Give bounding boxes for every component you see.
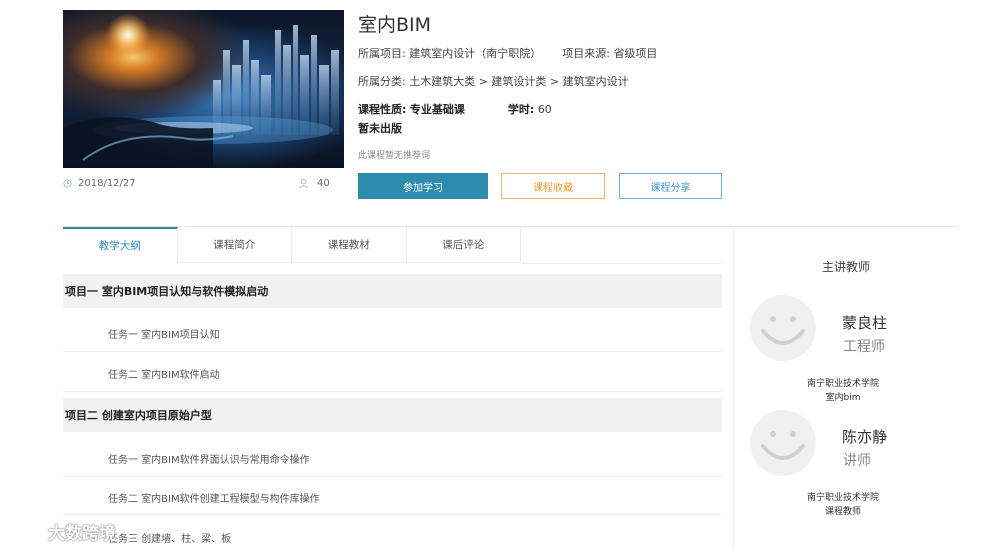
course-title: 室内BIM bbox=[358, 14, 432, 36]
syllabus-project-1[interactable]: 项目一 室内BIM项目认知与软件模拟启动 bbox=[63, 274, 722, 308]
source-label: 项目来源: bbox=[562, 47, 610, 60]
syllabus-task[interactable]: 任务二 室内BIM软件启动 bbox=[108, 366, 220, 381]
project-label: 所属项目: bbox=[358, 47, 406, 60]
tab-underline bbox=[521, 263, 721, 264]
nature-label: 课程性质: bbox=[358, 103, 407, 116]
tab-syllabus[interactable]: 教学大纲 bbox=[63, 227, 178, 263]
favorite-course-button[interactable]: 课程收藏 bbox=[501, 173, 605, 199]
row-divider bbox=[63, 391, 722, 392]
hours-label: 学时: bbox=[507, 103, 535, 116]
teachers-heading: 主讲教师 bbox=[821, 260, 870, 274]
teacher-dept: 课程教师 bbox=[824, 507, 861, 517]
teacher-title: 讲师 bbox=[843, 453, 871, 469]
tab-introduction[interactable]: 课程简介 bbox=[177, 227, 292, 263]
syllabus-task[interactable]: 任务二 室内BIM软件创建工程模型与构件库操作 bbox=[108, 490, 320, 505]
teacher-title: 工程师 bbox=[843, 339, 885, 355]
watermark-text: 大数跨境 bbox=[48, 524, 116, 544]
row-divider bbox=[63, 351, 722, 352]
syllabus-task[interactable]: 任务一 室内BIM软件界面认识与常用命令操作 bbox=[108, 451, 310, 466]
smiley-avatar-icon bbox=[751, 296, 815, 360]
person-icon bbox=[299, 178, 308, 189]
nature-info: 课程性质: 专业基础课 学时: 60 bbox=[358, 101, 552, 117]
publish-status-text: 暂未出版 bbox=[358, 122, 402, 135]
join-study-button[interactable]: 参加学习 bbox=[358, 173, 488, 199]
syllabus-project-2[interactable]: 项目二 创建室内项目原始户型 bbox=[63, 398, 722, 432]
category-label: 所属分类: bbox=[358, 75, 406, 88]
view-count-text: 40 bbox=[317, 178, 330, 189]
course-cover-image bbox=[63, 10, 344, 168]
watermark: 大数跨境 bbox=[6, 519, 116, 544]
tab-materials[interactable]: 课程教材 bbox=[292, 227, 407, 263]
publish-status: 暂未出版 bbox=[358, 120, 402, 136]
smiley-avatar-icon bbox=[751, 411, 815, 475]
city-skyline-graphic bbox=[63, 13, 339, 168]
row-divider bbox=[63, 476, 722, 477]
clock-icon bbox=[63, 179, 72, 188]
publish-date: 2018/12/27 bbox=[63, 178, 136, 189]
teacher-school: 南宁职业技术学院 bbox=[806, 379, 879, 389]
teacher-dept: 室内bim bbox=[825, 393, 861, 403]
recommend-note: 此课程暂无推荐词 bbox=[358, 151, 431, 161]
avatar[interactable] bbox=[750, 295, 816, 361]
teacher-org: 南宁职业技术学院 课程教师 bbox=[778, 491, 908, 519]
course-tabs: 教学大纲 课程简介 课程教材 课后评论 bbox=[63, 227, 521, 263]
chat-bubble-logo-icon bbox=[9, 522, 39, 542]
view-count: 40 bbox=[298, 178, 330, 189]
row-divider bbox=[63, 514, 722, 515]
project-value[interactable]: 建筑室内设计（南宁职院） bbox=[409, 47, 541, 60]
teacher-name[interactable]: 蒙良柱 bbox=[842, 312, 887, 333]
project-info: 所属项目: 建筑室内设计（南宁职院） 项目来源: 省级项目 bbox=[358, 45, 657, 61]
teacher-name[interactable]: 陈亦静 bbox=[842, 426, 887, 447]
syllabus-task[interactable]: 任务一 室内BIM项目认知 bbox=[108, 326, 220, 341]
syllabus-task[interactable]: 任务三 创建墙、柱、梁、板 bbox=[108, 530, 231, 545]
share-course-button[interactable]: 课程分享 bbox=[619, 173, 722, 199]
source-value: 省级项目 bbox=[613, 47, 658, 60]
sidebar-divider bbox=[733, 228, 734, 550]
category-value[interactable]: 土木建筑大类 > 建筑设计类 > 建筑室内设计 bbox=[409, 75, 628, 88]
teacher-org: 南宁职业技术学院 室内bim bbox=[778, 377, 908, 405]
hours-value: 60 bbox=[537, 103, 552, 116]
teacher-school: 南宁职业技术学院 bbox=[806, 493, 879, 503]
tab-comments[interactable]: 课后评论 bbox=[406, 227, 521, 263]
nature-value: 专业基础课 bbox=[409, 103, 465, 116]
publish-date-text: 2018/12/27 bbox=[78, 178, 136, 189]
avatar[interactable] bbox=[750, 410, 816, 476]
category-info: 所属分类: 土木建筑大类 > 建筑设计类 > 建筑室内设计 bbox=[358, 73, 629, 89]
